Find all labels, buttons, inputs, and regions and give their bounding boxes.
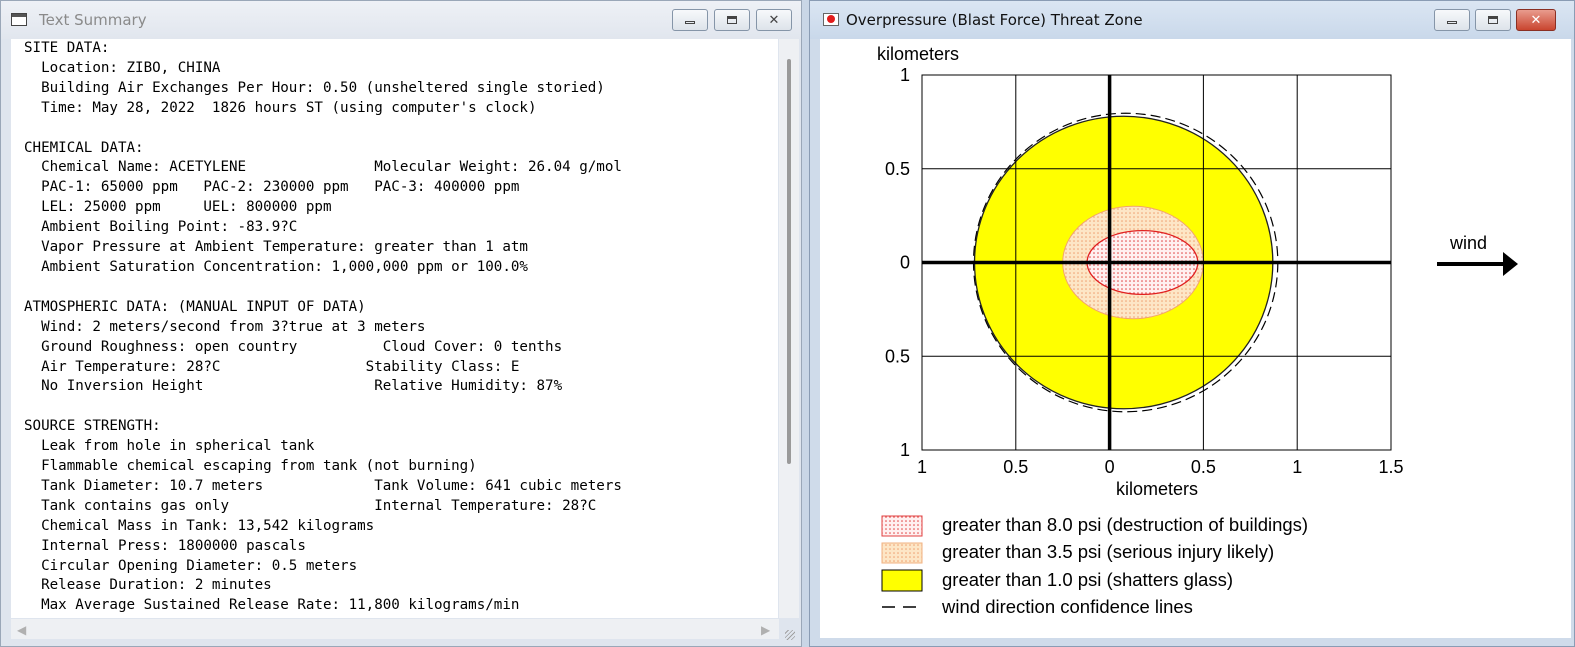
x-tick-label: 0.5 [1191,457,1216,477]
y-tick-label: 1 [900,65,910,85]
threat-zone-chart: kilometers kilometers 1 0.5 0 0.5 1 1.5 1 0.5 0 0… [877,44,1518,617]
x-axis-title: kilometers [1116,479,1198,499]
x-tick-label: 1 [1292,457,1302,477]
y-tick-label: 0.5 [885,159,910,179]
text-summary-titlebar[interactable]: Text Summary ✕ [1,1,801,39]
close-button[interactable]: ✕ [1516,9,1556,31]
vertical-scrollbar[interactable] [779,39,799,618]
restore-icon [1488,16,1498,24]
close-icon: ✕ [1530,12,1542,28]
minimize-icon [1447,21,1457,24]
minimize-icon [685,21,695,24]
legend-swatch-1psi [881,569,923,592]
maximize-button[interactable] [714,9,750,31]
x-tick-label: 1 [917,457,927,477]
legend-label-1psi: greater than 1.0 psi (shatters glass) [942,569,1233,590]
y-tick-label: 0.5 [885,346,910,366]
horizontal-scrollbar[interactable]: ◀ ▶ [11,619,779,639]
maximize-icon [727,16,737,24]
legend-label-3-5psi: greater than 3.5 psi (serious injury lik… [942,541,1274,562]
scroll-left-icon[interactable]: ◀ [17,623,26,637]
scroll-right-icon[interactable]: ▶ [761,623,770,637]
summary-text-area[interactable]: SITE DATA: Location: ZIBO, CHINA Buildin… [11,39,778,618]
minimize-button[interactable] [1434,9,1470,31]
y-axis-title: kilometers [877,44,959,64]
x-tick-label: 0 [1105,457,1115,477]
text-summary-window: Text Summary ✕ SITE DATA: Location: ZIBO… [0,0,802,647]
resize-grip-icon[interactable] [785,630,795,640]
wind-arrow-icon [1437,252,1518,276]
y-tick-label: 1 [900,440,910,460]
x-tick-label: 1.5 [1378,457,1403,477]
summary-text: SITE DATA: Location: ZIBO, CHINA Buildin… [24,40,622,614]
legend: greater than 8.0 psi (destruction of bui… [881,514,1308,617]
threat-zone-titlebar[interactable]: Overpressure (Blast Force) Threat Zone ✕ [810,1,1574,39]
app-window-icon [823,13,839,26]
x-tick-label: 0.5 [1003,457,1028,477]
restore-button[interactable] [1475,9,1511,31]
minimize-button[interactable] [672,9,708,31]
legend-label-8psi: greater than 8.0 psi (destruction of bui… [942,514,1308,535]
vertical-scroll-thumb[interactable] [787,59,791,464]
app-window-icon [11,13,27,26]
legend-swatch-8psi [881,515,923,537]
close-button[interactable]: ✕ [756,9,792,31]
wind-label: wind [1449,233,1487,253]
threat-zone-plot: kilometers kilometers 1 0.5 0 0.5 1 1.5 1 0.5 0 0… [820,39,1571,638]
legend-label-confidence-lines: wind direction confidence lines [941,596,1193,617]
threat-zone-title: Overpressure (Blast Force) Threat Zone [846,11,1143,29]
legend-swatch-3-5psi [881,542,923,564]
close-icon: ✕ [768,12,780,28]
threat-zone-window: Overpressure (Blast Force) Threat Zone ✕… [809,0,1575,647]
y-tick-label: 0 [900,253,910,273]
text-summary-title: Text Summary [39,11,147,29]
